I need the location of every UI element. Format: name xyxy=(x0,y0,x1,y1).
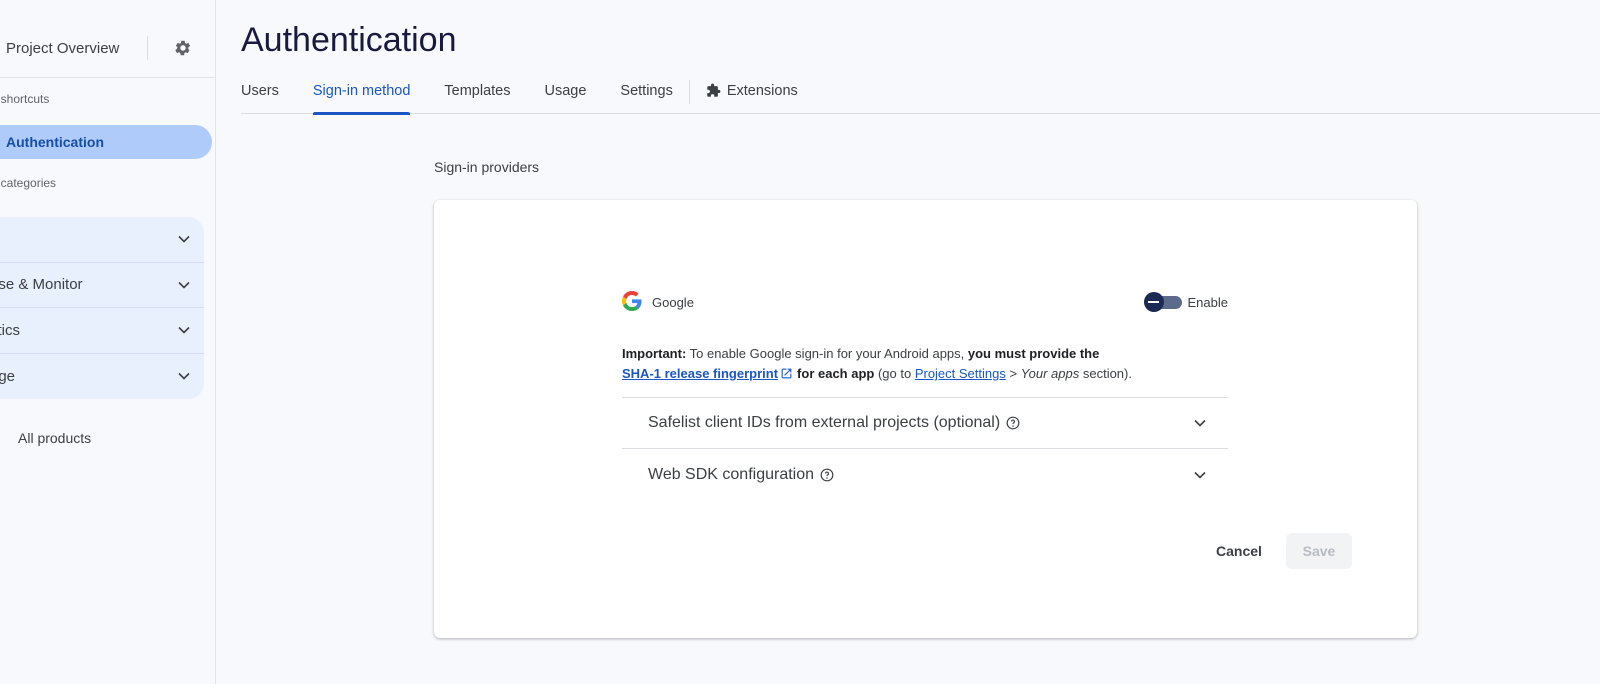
sha1-fingerprint-link[interactable]: SHA-1 release fingerprint xyxy=(622,366,778,381)
sidebar-category-analytics[interactable]: ytics xyxy=(0,308,204,354)
chevron-down-icon xyxy=(176,277,192,293)
android-notice: Important: To enable Google sign-in for … xyxy=(622,344,1228,386)
sidebar: Project Overview ct shortcuts Authentica… xyxy=(0,0,216,684)
shortcuts-heading: ct shortcuts xyxy=(0,92,50,106)
enable-toggle[interactable] xyxy=(1143,292,1182,312)
notice-important: Important: xyxy=(622,346,687,361)
panel-title-text: Safelist client IDs from external projec… xyxy=(648,414,1001,431)
sidebar-category-release-monitor[interactable]: ase & Monitor xyxy=(0,263,204,308)
notice-bold-2: for each app xyxy=(797,366,875,381)
panel-title: Web SDK configuration xyxy=(648,466,834,484)
all-products-link[interactable]: All products xyxy=(18,430,91,446)
tab-bar: Users Sign-in method Templates Usage Set… xyxy=(241,74,1600,115)
web-sdk-config-panel[interactable]: Web SDK configuration xyxy=(622,449,1228,500)
project-settings-link[interactable]: Project Settings xyxy=(915,366,1006,381)
sidebar-category-build[interactable]: d xyxy=(0,217,204,263)
config-accordion: Safelist client IDs from external projec… xyxy=(622,397,1228,500)
provider-config-card: Google Enable Important: To enable Googl… xyxy=(434,200,1417,638)
tab-users[interactable]: Users xyxy=(241,74,279,114)
main-content: Authentication Users Sign-in method Temp… xyxy=(217,0,1600,684)
chevron-down-icon xyxy=(1192,467,1208,483)
sidebar-category-engage[interactable]: age xyxy=(0,354,204,400)
category-label: age xyxy=(0,367,16,385)
tab-templates[interactable]: Templates xyxy=(444,74,510,114)
notice-text-2: (go to xyxy=(874,366,915,381)
notice-italic: Your apps xyxy=(1020,366,1080,381)
panel-title: Safelist client IDs from external projec… xyxy=(648,414,1020,432)
enable-label: Enable xyxy=(1187,294,1228,310)
toggle-knob xyxy=(1143,292,1164,312)
tab-sign-in-method[interactable]: Sign-in method xyxy=(312,74,410,115)
project-overview-link[interactable]: Project Overview xyxy=(6,40,119,57)
category-list: d ase & Monitor ytics age xyxy=(0,217,204,399)
tab-settings[interactable]: Settings xyxy=(620,74,672,114)
chevron-down-icon xyxy=(176,322,192,338)
notice-text-3: > xyxy=(1005,366,1021,381)
cancel-button[interactable]: Cancel xyxy=(1202,533,1276,569)
puzzle-icon xyxy=(706,83,721,114)
panel-title-text: Web SDK configuration xyxy=(648,465,815,483)
provider-name: Google xyxy=(622,290,694,314)
chevron-down-icon xyxy=(176,368,192,384)
categories-heading: ct categories xyxy=(0,176,57,190)
external-link-icon[interactable] xyxy=(780,366,793,386)
sign-in-providers-heading: Sign-in providers xyxy=(434,159,540,175)
help-icon[interactable] xyxy=(1006,416,1020,430)
enable-toggle-group: Enable xyxy=(1143,292,1228,312)
page-title: Authentication xyxy=(241,21,457,59)
chevron-down-icon xyxy=(1192,415,1208,431)
notice-bold: you must provide the xyxy=(967,346,1100,361)
tab-extensions-label: Extensions xyxy=(726,83,798,99)
provider-label: Google xyxy=(652,294,694,310)
chevron-down-icon xyxy=(176,231,192,247)
project-overview-row: Project Overview xyxy=(0,18,216,78)
provider-header: Google Enable xyxy=(622,288,1228,316)
category-label: ase & Monitor xyxy=(0,276,83,294)
gear-icon[interactable] xyxy=(172,37,194,59)
save-button[interactable]: Save xyxy=(1286,533,1352,569)
help-icon[interactable] xyxy=(820,468,834,482)
tab-extensions[interactable]: Extensions xyxy=(706,74,798,114)
divider xyxy=(147,36,148,60)
category-label: ytics xyxy=(0,321,20,339)
google-logo-icon xyxy=(622,290,642,314)
sidebar-item-authentication[interactable]: Authentication xyxy=(0,125,212,159)
safelist-client-ids-panel[interactable]: Safelist client IDs from external projec… xyxy=(622,398,1228,449)
notice-text: To enable Google sign-in for your Androi… xyxy=(686,346,968,361)
tab-divider xyxy=(688,80,690,104)
tab-usage[interactable]: Usage xyxy=(545,74,587,114)
notice-text-4: section). xyxy=(1079,366,1132,381)
